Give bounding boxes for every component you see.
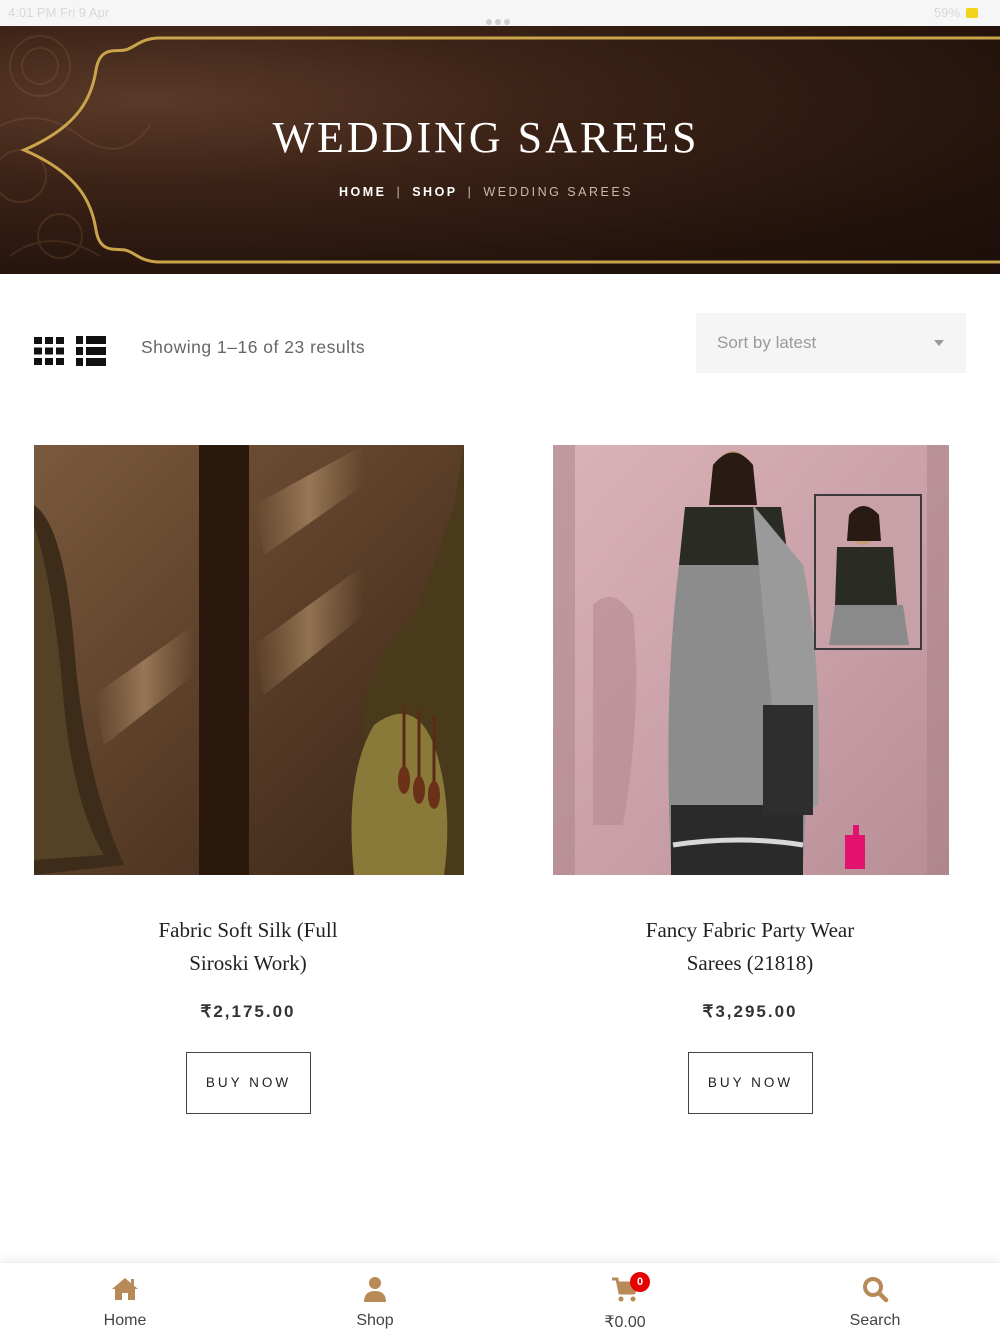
breadcrumb-separator: | — [396, 185, 403, 199]
status-bar: 4:01 PM Fri 9 Apr 59% — [0, 0, 1000, 26]
multitask-dots[interactable] — [486, 12, 516, 25]
user-icon — [364, 1277, 386, 1302]
breadcrumb-shop[interactable]: SHOP — [412, 185, 457, 199]
page-title: WEDDING SAREES — [272, 113, 700, 162]
buy-now-button[interactable]: BUY NOW — [186, 1052, 311, 1114]
nav-label: Search — [849, 1312, 901, 1329]
status-time: 4:01 PM Fri 9 Apr — [8, 5, 110, 20]
breadcrumb-separator: | — [467, 185, 474, 199]
home-icon — [112, 1278, 138, 1300]
sort-selected-value: Sort by latest — [717, 333, 817, 352]
bottom-navigation: Home Shop 0 ₹0.00 Search — [0, 1262, 1000, 1334]
product-title[interactable]: Fancy Fabric Party Wear Sarees (21818) — [620, 914, 880, 980]
cart-count-badge: 0 — [630, 1272, 650, 1292]
list-view-icon[interactable] — [76, 336, 106, 366]
battery-percent: 59% — [933, 5, 960, 20]
product-title-line: Sarees (21818) — [686, 951, 814, 975]
breadcrumb: HOME | SHOP | WEDDING SAREES — [0, 185, 972, 199]
product-title-line: Fancy Fabric Party Wear — [645, 918, 855, 942]
sort-select[interactable]: Sort by latest — [696, 313, 966, 373]
page-banner: WEDDING SAREES HOME | SHOP | WEDDING SAREES — [0, 26, 1000, 274]
product-title[interactable]: Fabric Soft Silk (Full Siroski Work) — [118, 914, 378, 980]
nav-search[interactable]: Search — [750, 1263, 1000, 1334]
nav-label: ₹0.00 — [604, 1314, 646, 1331]
nav-cart[interactable]: 0 ₹0.00 — [500, 1263, 750, 1334]
chevron-down-icon — [934, 340, 944, 346]
result-count: Showing 1–16 of 23 results — [141, 337, 366, 357]
grid-view-icon[interactable] — [34, 337, 64, 365]
nav-shop[interactable]: Shop — [250, 1263, 500, 1334]
product-title-line: Siroski Work) — [189, 951, 307, 975]
nav-label: Home — [103, 1312, 147, 1329]
buy-now-button[interactable]: BUY NOW — [688, 1052, 813, 1114]
product-price: ₹2,175.00 — [200, 1002, 296, 1021]
product-image[interactable] — [34, 445, 464, 875]
nav-label: Shop — [356, 1312, 394, 1329]
search-icon — [863, 1277, 889, 1303]
product-price: ₹3,295.00 — [702, 1002, 798, 1021]
battery-icon — [966, 8, 978, 18]
product-title-line: Fabric Soft Silk (Full — [158, 918, 338, 942]
breadcrumb-current: WEDDING SAREES — [483, 185, 634, 199]
nav-home[interactable]: Home — [0, 1263, 250, 1334]
breadcrumb-home[interactable]: HOME — [339, 185, 387, 199]
product-image[interactable] — [553, 445, 949, 875]
